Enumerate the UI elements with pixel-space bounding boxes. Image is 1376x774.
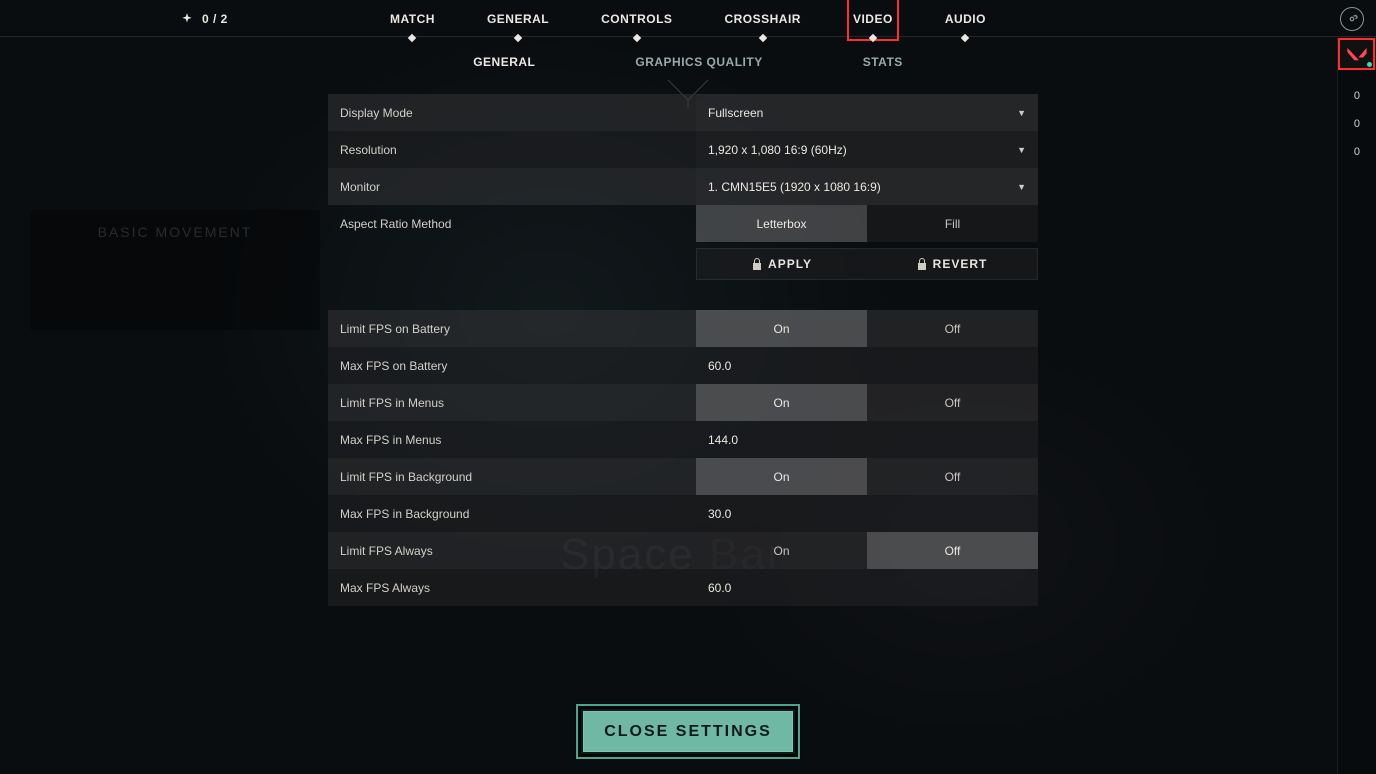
- row-aspect-ratio: Aspect Ratio Method Letterbox Fill: [328, 205, 1038, 242]
- tab-match[interactable]: MATCH: [388, 0, 437, 37]
- right-stat-1: 0: [1354, 90, 1360, 102]
- main-tabs: MATCH GENERAL CONTROLS CROSSHAIR VIDEO A…: [0, 0, 1376, 37]
- resolution-dropdown[interactable]: 1,920 x 1,080 16:9 (60Hz) ▼: [696, 131, 1038, 168]
- limit-fps-always-off[interactable]: Off: [867, 532, 1038, 569]
- aspect-ratio-label: Aspect Ratio Method: [328, 205, 696, 242]
- tab-crosshair[interactable]: CROSSHAIR: [722, 0, 803, 37]
- max-fps-battery-value[interactable]: 60.0: [696, 347, 1038, 384]
- revert-label: REVERT: [933, 257, 988, 271]
- top-bar: 0 / 2 MATCH GENERAL CONTROLS CROSSHAIR V…: [0, 0, 1376, 37]
- max-fps-battery-label: Max FPS on Battery: [328, 347, 696, 384]
- display-mode-dropdown[interactable]: Fullscreen ▼: [696, 94, 1038, 131]
- revert-button[interactable]: REVERT: [867, 249, 1037, 279]
- subtab-graphics-quality[interactable]: GRAPHICS QUALITY: [635, 55, 762, 69]
- monitor-dropdown[interactable]: 1. CMN15E5 (1920 x 1080 16:9) ▼: [696, 168, 1038, 205]
- limit-fps-background-off[interactable]: Off: [867, 458, 1038, 495]
- resolution-label: Resolution: [328, 131, 696, 168]
- display-mode-value: Fullscreen: [708, 106, 763, 120]
- limit-fps-battery-on[interactable]: On: [696, 310, 867, 347]
- tab-controls[interactable]: CONTROLS: [599, 0, 674, 37]
- max-fps-background-label: Max FPS in Background: [328, 495, 696, 532]
- aspect-fill-option[interactable]: Fill: [867, 205, 1038, 242]
- right-stat-2: 0: [1354, 118, 1360, 130]
- limit-fps-menus-off[interactable]: Off: [867, 384, 1038, 421]
- row-max-fps-background: Max FPS in Background 30.0: [328, 495, 1038, 532]
- max-fps-always-value[interactable]: 60.0: [696, 569, 1038, 606]
- tab-video-label: VIDEO: [853, 12, 893, 26]
- lock-icon: [752, 258, 762, 270]
- aspect-letterbox-option[interactable]: Letterbox: [696, 205, 867, 242]
- row-max-fps-menus: Max FPS in Menus 144.0: [328, 421, 1038, 458]
- limit-fps-menus-label: Limit FPS in Menus: [328, 384, 696, 421]
- tutorial-hint-box: BASIC MOVEMENT: [30, 210, 320, 330]
- lock-icon: [917, 258, 927, 270]
- tab-crosshair-label: CROSSHAIR: [724, 12, 801, 26]
- apply-revert-row: APPLY REVERT: [696, 248, 1038, 280]
- tutorial-hint-title: BASIC MOVEMENT: [48, 224, 302, 240]
- max-fps-background-value[interactable]: 30.0: [696, 495, 1038, 532]
- limit-fps-battery-off[interactable]: Off: [867, 310, 1038, 347]
- row-max-fps-always: Max FPS Always 60.0: [328, 569, 1038, 606]
- row-resolution: Resolution 1,920 x 1,080 16:9 (60Hz) ▼: [328, 131, 1038, 168]
- limit-fps-background-label: Limit FPS in Background: [328, 458, 696, 495]
- resolution-value: 1,920 x 1,080 16:9 (60Hz): [708, 143, 847, 157]
- aspect-ratio-toggle: Letterbox Fill: [696, 205, 1038, 242]
- max-fps-menus-label: Max FPS in Menus: [328, 421, 696, 458]
- limit-fps-background-on[interactable]: On: [696, 458, 867, 495]
- settings-panel: Display Mode Fullscreen ▼ Resolution 1,9…: [328, 94, 1038, 606]
- apply-button[interactable]: APPLY: [697, 249, 867, 279]
- row-limit-fps-background: Limit FPS in Background On Off: [328, 458, 1038, 495]
- tab-match-label: MATCH: [390, 12, 435, 26]
- apply-label: APPLY: [768, 257, 812, 271]
- tab-video[interactable]: VIDEO: [851, 0, 895, 37]
- subtab-stats[interactable]: STATS: [863, 55, 903, 69]
- max-fps-always-label: Max FPS Always: [328, 569, 696, 606]
- tab-general-label: GENERAL: [487, 12, 549, 26]
- close-settings-label: CLOSE SETTINGS: [604, 723, 772, 741]
- limit-fps-menus-on[interactable]: On: [696, 384, 867, 421]
- row-display-mode: Display Mode Fullscreen ▼: [328, 94, 1038, 131]
- tutorial-hint-text: [48, 250, 302, 263]
- gear-icon: [1345, 12, 1359, 26]
- close-settings-button[interactable]: CLOSE SETTINGS: [581, 709, 795, 754]
- tab-audio[interactable]: AUDIO: [943, 0, 988, 37]
- settings-gear-button[interactable]: [1340, 7, 1364, 31]
- tab-audio-label: AUDIO: [945, 12, 986, 26]
- limit-fps-always-on[interactable]: On: [696, 532, 867, 569]
- limit-fps-battery-label: Limit FPS on Battery: [328, 310, 696, 347]
- chevron-down-icon: ▼: [1017, 108, 1026, 118]
- subtab-general[interactable]: GENERAL: [473, 55, 535, 69]
- display-mode-label: Display Mode: [328, 94, 696, 131]
- max-fps-menus-value[interactable]: 144.0: [696, 421, 1038, 458]
- row-limit-fps-battery: Limit FPS on Battery On Off: [328, 310, 1038, 347]
- tab-general[interactable]: GENERAL: [485, 0, 551, 37]
- limit-fps-always-toggle: On Off: [696, 532, 1038, 569]
- limit-fps-background-toggle: On Off: [696, 458, 1038, 495]
- chevron-down-icon: ▼: [1017, 182, 1026, 192]
- row-monitor: Monitor 1. CMN15E5 (1920 x 1080 16:9) ▼: [328, 168, 1038, 205]
- chevron-down-icon: ▼: [1017, 145, 1026, 155]
- limit-fps-battery-toggle: On Off: [696, 310, 1038, 347]
- monitor-label: Monitor: [328, 168, 696, 205]
- row-max-fps-battery: Max FPS on Battery 60.0: [328, 347, 1038, 384]
- row-limit-fps-menus: Limit FPS in Menus On Off: [328, 384, 1038, 421]
- tab-controls-label: CONTROLS: [601, 12, 672, 26]
- monitor-value: 1. CMN15E5 (1920 x 1080 16:9): [708, 180, 881, 194]
- row-limit-fps-always: Limit FPS Always On Off: [328, 532, 1038, 569]
- right-stat-3: 0: [1354, 146, 1360, 158]
- sub-tabs: GENERAL GRAPHICS QUALITY STATS: [0, 55, 1376, 69]
- limit-fps-always-label: Limit FPS Always: [328, 532, 696, 569]
- limit-fps-menus-toggle: On Off: [696, 384, 1038, 421]
